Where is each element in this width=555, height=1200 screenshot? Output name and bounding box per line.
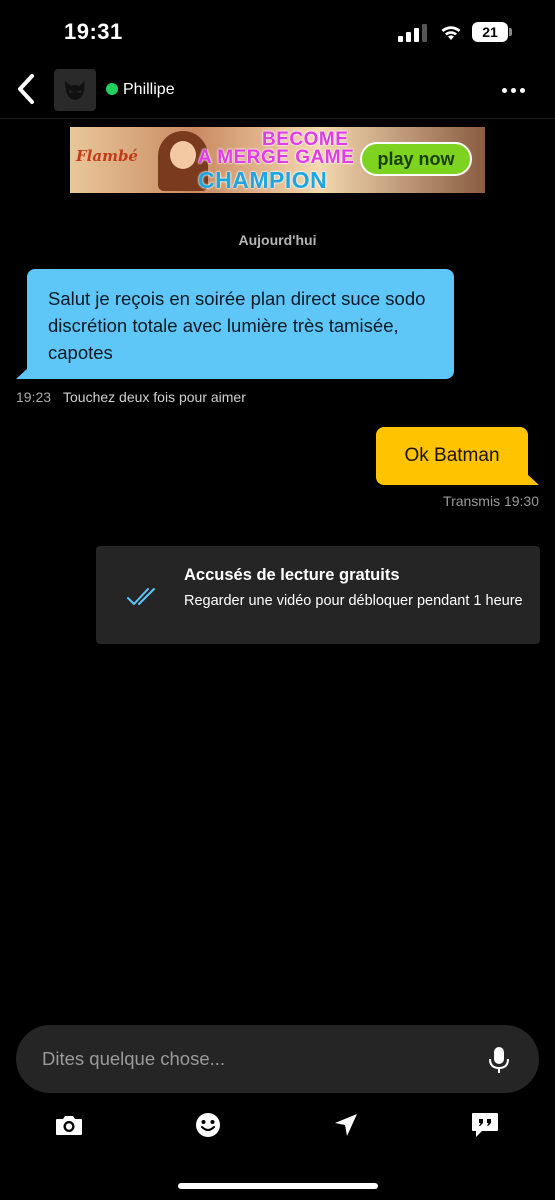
double-tap-hint: Touchez deux fois pour aimer bbox=[63, 389, 246, 405]
chevron-left-icon bbox=[18, 74, 34, 104]
incoming-message-time: 19:23 bbox=[16, 389, 52, 405]
read-receipts-title: Accusés de lecture gratuits bbox=[184, 566, 400, 584]
read-receipts-card[interactable]: Accusés de lecture gratuits Regarder une… bbox=[96, 546, 540, 644]
date-separator: Aujourd'hui bbox=[238, 232, 317, 248]
microphone-icon bbox=[489, 1047, 509, 1073]
ad-brand-logo: Flambé bbox=[76, 147, 138, 165]
header-divider bbox=[0, 118, 555, 119]
signal-icon bbox=[398, 24, 428, 42]
ad-headline-2: A MERGE GAME bbox=[198, 147, 355, 168]
battery-tip bbox=[509, 28, 512, 36]
more-options-button[interactable] bbox=[498, 80, 528, 100]
microphone-button[interactable] bbox=[488, 1045, 510, 1075]
outgoing-message-status: Transmis 19:30 bbox=[443, 493, 539, 509]
read-receipts-description: Regarder une vidéo pour débloquer pendan… bbox=[184, 593, 523, 609]
wifi-icon bbox=[440, 22, 462, 42]
double-check-icon bbox=[126, 586, 160, 608]
emoji-icon bbox=[196, 1113, 220, 1137]
outgoing-bubble-tail bbox=[527, 474, 539, 485]
mask-icon bbox=[65, 81, 85, 100]
location-button[interactable] bbox=[331, 1110, 361, 1140]
incoming-message-bubble[interactable]: Salut je reçois en soirée plan direct su… bbox=[27, 269, 454, 379]
ad-play-button[interactable]: play now bbox=[360, 142, 472, 176]
ad-banner[interactable]: Flambé BECOME A MERGE GAME CHAMPION play… bbox=[70, 127, 485, 193]
quick-replies-icon bbox=[472, 1113, 498, 1137]
back-button[interactable] bbox=[14, 72, 40, 106]
message-input[interactable] bbox=[42, 1047, 462, 1071]
camera-button[interactable] bbox=[54, 1110, 84, 1140]
more-dots-icon bbox=[501, 87, 507, 93]
home-indicator[interactable] bbox=[178, 1183, 378, 1189]
message-composer bbox=[16, 1025, 539, 1093]
online-status-dot bbox=[106, 83, 118, 95]
status-time: 19:31 bbox=[64, 19, 123, 44]
ad-headline-3: CHAMPION bbox=[198, 167, 328, 193]
ad-chef-face bbox=[170, 141, 196, 169]
location-arrow-icon bbox=[335, 1114, 357, 1136]
contact-name[interactable]: Phillipe bbox=[123, 81, 175, 99]
emoji-button[interactable] bbox=[193, 1110, 223, 1140]
outgoing-message-bubble[interactable]: Ok Batman bbox=[376, 427, 528, 485]
avatar[interactable] bbox=[54, 69, 96, 111]
battery-icon: 21 bbox=[472, 22, 508, 42]
incoming-bubble-tail bbox=[16, 368, 28, 379]
quick-replies-button[interactable] bbox=[470, 1110, 500, 1140]
camera-icon bbox=[56, 1116, 82, 1135]
